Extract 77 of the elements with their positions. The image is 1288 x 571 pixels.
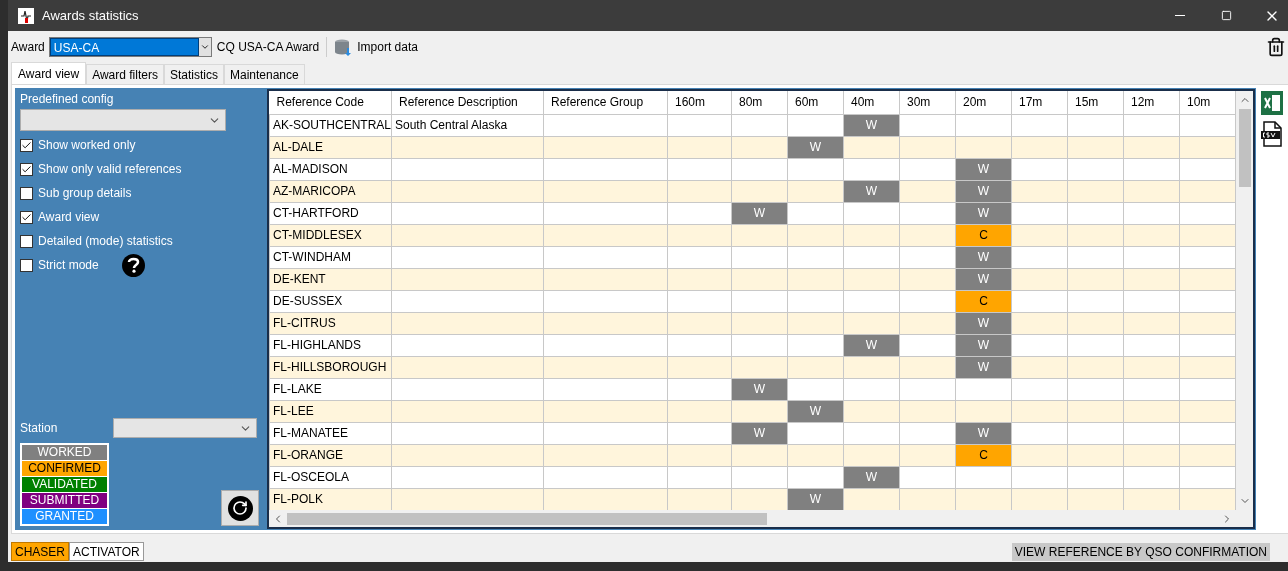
column-header[interactable]: Reference Group [543,91,668,114]
column-header[interactable]: 20m [955,91,1012,114]
legend-item: WORKED [22,445,107,460]
column-header[interactable]: Reference Description [391,91,544,114]
table-cell: AL-MADISON [269,158,392,180]
refresh-button[interactable] [221,490,259,526]
legend-item: GRANTED [22,509,107,524]
vertical-scrollbar[interactable] [1236,91,1253,510]
checkbox[interactable] [20,210,33,224]
table-cell: FL-LEE [269,400,392,422]
column-header[interactable]: 80m [731,91,788,114]
table-cell: CT-MIDDLESEX [269,224,392,246]
csv-file-icon[interactable] [1261,121,1283,147]
table-cell: CT-WINDHAM [269,246,392,268]
tab[interactable]: Award filters [86,64,164,84]
scroll-thumb[interactable] [287,512,767,525]
import-data-button[interactable]: Import data [334,37,418,56]
spreadsheet-export-icon[interactable] [1261,91,1283,115]
legend-item: SUBMITTED [22,493,107,508]
checkbox-label: Award view [38,209,100,226]
award-dropdown[interactable]: USA-CA [48,36,212,57]
checkbox[interactable] [20,186,33,200]
predefined-config-label: Predefined config [20,91,115,108]
legend-item: VALIDATED [22,477,107,492]
mode-tab[interactable]: ACTIVATOR [69,542,144,561]
award-name: CQ USA-CA Award [216,38,320,56]
table-cell: AL-DALE [269,136,392,158]
checkbox-label: Detailed (mode) statistics [38,233,173,250]
table-cell: FL-CITRUS [269,312,392,334]
checkbox-label: Show worked only [38,137,136,154]
checkbox[interactable] [20,234,33,248]
award-value: USA-CA [49,37,199,56]
checkbox-label: Sub group details [38,185,132,202]
column-header[interactable]: Reference Code [269,91,392,114]
checkbox[interactable] [20,162,33,176]
column-header[interactable]: 15m [1067,91,1124,114]
table-cell: AZ-MARICOPA [269,180,392,202]
table-cell: CT-HARTFORD [269,202,392,224]
table-cell: FL-ORANGE [269,444,392,466]
horizontal-scrollbar[interactable] [269,510,1253,527]
table-cell: DE-KENT [269,268,392,290]
app-logo-icon [18,7,34,24]
table-cell: FL-HIGHLANDS [269,334,392,356]
checkbox-label: Show only valid references [38,161,182,178]
column-header[interactable]: 17m [1011,91,1068,114]
help-icon[interactable] [121,253,145,277]
tab[interactable]: Statistics [163,64,224,84]
legend-item: CONFIRMED [22,461,107,476]
checkbox[interactable] [20,258,33,272]
tab[interactable]: Maintenance [223,64,305,84]
table-cell: FL-MANATEE [269,422,392,444]
table-cell: FL-OSCEOLA [269,466,392,488]
checkbox-label: Strict mode [38,257,99,274]
table-cell: South Central Alaska [391,114,544,136]
minimize-icon [1175,15,1185,16]
table-cell: DE-SUSSEX [269,290,392,312]
refresh-icon [227,495,253,521]
table-cell: AK-SOUTHCENTRAL [269,114,392,136]
column-header[interactable]: 10m [1179,91,1236,114]
trash-icon[interactable] [1266,36,1286,57]
database-icon [334,37,353,56]
column-header[interactable]: 12m [1123,91,1180,114]
tab[interactable]: Award view [11,62,87,84]
checkbox[interactable] [20,138,33,152]
column-header[interactable]: 30m [899,91,956,114]
scroll-thumb[interactable] [1238,109,1251,187]
mode-tab[interactable]: CHASER [11,542,69,561]
window-title: Awards statistics [42,6,139,25]
table-cell: FL-HILLSBOROUGH [269,356,392,378]
table-cell: FL-LAKE [269,378,392,400]
station-label: Station [20,420,59,437]
column-header[interactable]: 40m [843,91,900,114]
status-label: VIEW REFERENCE BY QSO CONFIRMATION [1011,542,1270,561]
maximize-icon [1220,10,1232,21]
award-label: Award [11,38,45,56]
column-header[interactable]: 60m [787,91,844,114]
column-header[interactable]: 160m [667,91,732,114]
